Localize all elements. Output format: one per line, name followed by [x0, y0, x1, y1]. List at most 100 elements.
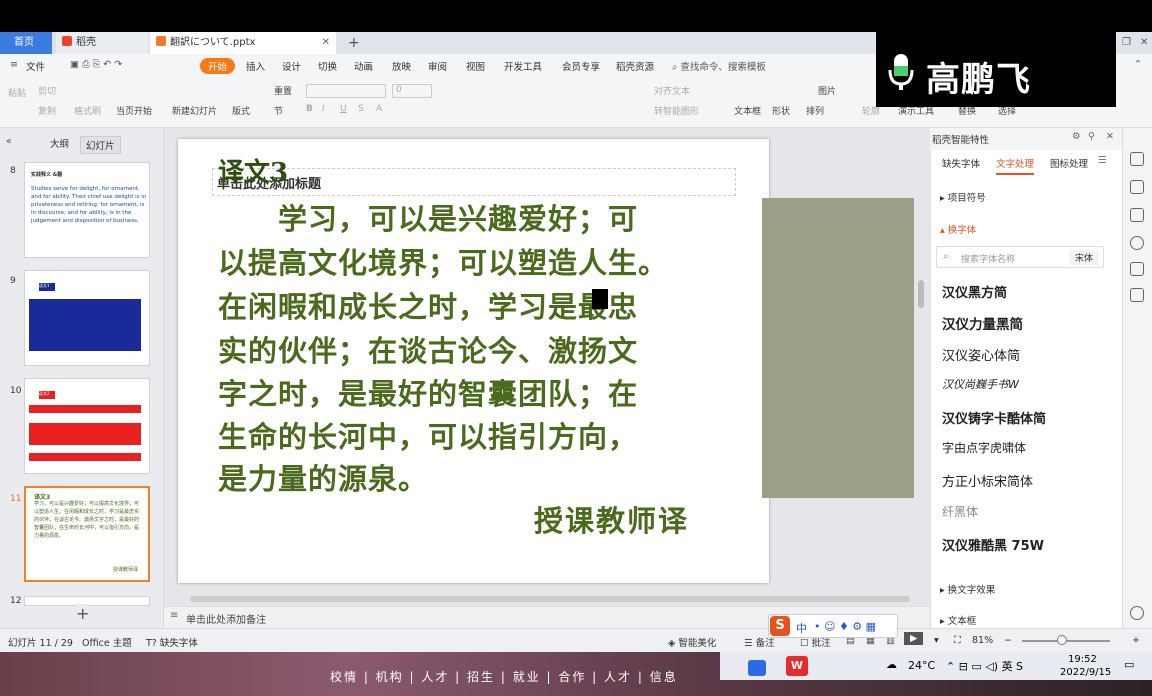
slide-text-line[interactable]: 字之时，是最好的智囊团队；在 [218, 371, 638, 413]
play-menu-icon[interactable]: ▾ [934, 635, 939, 646]
textbox-button[interactable]: 文本框 [734, 104, 761, 117]
font-item[interactable]: 汉仪雅酷黑 75W [942, 535, 1044, 554]
font-item[interactable]: 汉仪力量黑简 [942, 313, 1023, 333]
more-icon[interactable]: ☰ [1098, 155, 1107, 166]
format-painter-button[interactable]: 格式刷 [74, 104, 101, 117]
hamburger-icon[interactable]: ≡ [10, 59, 18, 70]
menu-view[interactable]: 视图 [466, 59, 485, 73]
pin-icon[interactable]: ⚲ [1088, 131, 1095, 142]
tab-slides[interactable]: 幻灯片 [80, 136, 121, 154]
font-item[interactable]: 汉仪黑方简 [942, 282, 1007, 301]
menu-docer[interactable]: 稻壳资源 [616, 59, 654, 73]
tab-wps[interactable]: 稻壳 [56, 32, 148, 54]
close-panel-icon[interactable]: ✕ [1106, 131, 1114, 142]
slide-text-line[interactable]: 以提高文化境界；可以塑造人生。 [218, 240, 668, 282]
menu-member[interactable]: 会员专享 [562, 59, 600, 73]
beautify-button[interactable]: ◈ 智能美化 [668, 635, 716, 649]
ime-tool-icons[interactable]: • ☺ ♦ ⚙ ▦ [814, 620, 876, 633]
fit-icon[interactable]: ⛶ [954, 635, 961, 646]
close-window-icon[interactable]: ✕ [1134, 32, 1148, 54]
horizontal-scrollbar[interactable] [190, 596, 910, 602]
tab-text-processing[interactable]: 文字处理 [996, 156, 1035, 175]
tab-icon-processing[interactable]: 图标处理 [1050, 156, 1088, 170]
bold-button[interactable]: B [306, 104, 313, 114]
font-tag[interactable]: 宋体 [1068, 250, 1099, 265]
font-search-input[interactable]: ⌕ 搜索字体名称 宋体 [936, 246, 1104, 268]
add-slide-icon[interactable]: + [76, 604, 90, 623]
font-name-select[interactable] [306, 84, 386, 98]
slide-text-line[interactable]: 生命的长河中，可以指引方向， [218, 414, 638, 456]
font-item[interactable]: 汉仪姿心体简 [942, 345, 1020, 364]
section-textbox[interactable]: ▸ 文本框 [940, 613, 976, 627]
slide-text-line[interactable]: 在闲暇和成长之时，学习是最忠 [218, 284, 638, 326]
font-color-button[interactable]: A [376, 104, 382, 114]
menu-transition[interactable]: 切换 [318, 59, 337, 73]
font-item[interactable]: 纤黑体 [942, 503, 978, 520]
image-icon[interactable] [1130, 262, 1144, 276]
font-item[interactable]: 字由点字虎啸体 [942, 439, 1026, 456]
menu-animation[interactable]: 动画 [354, 59, 373, 73]
zoom-out-icon[interactable]: − [1004, 635, 1012, 646]
slide-signature[interactable]: 授课教师译 [534, 498, 689, 540]
align-text-button[interactable]: 对齐文本 [654, 84, 690, 97]
tab-home[interactable]: 首页 [0, 32, 52, 54]
notification-icon[interactable]: ▭ [1124, 658, 1134, 671]
tray-icons[interactable]: ⌃ ⊟ ▭ ◁) 英 S [946, 658, 1023, 674]
settings-icon[interactable]: ⚙ [1072, 131, 1081, 142]
play-slideshow-icon[interactable]: ▶ [904, 632, 924, 645]
menu-file[interactable]: 文件 [26, 59, 45, 73]
meeting-app-icon[interactable] [748, 660, 766, 676]
close-tab-icon[interactable]: ✕ [322, 32, 330, 54]
wps-taskbar-icon[interactable]: W [786, 656, 808, 676]
picture-button[interactable]: 图片 [818, 84, 836, 97]
font-item[interactable]: 方正小标宋简体 [942, 471, 1033, 490]
slide-title[interactable]: 译文3 [218, 152, 288, 189]
menu-insert[interactable]: 插入 [246, 59, 265, 73]
title-placeholder[interactable]: 单击此处添加标题 [212, 168, 736, 196]
font-item[interactable]: 汉仪铸字卡酷体简 [942, 408, 1046, 427]
section-change-font[interactable]: ▴ 换字体 [940, 222, 976, 236]
play-button[interactable]: 当页开始 [116, 104, 152, 117]
new-tab-icon[interactable]: + [342, 32, 360, 54]
arrange-button[interactable]: 排列 [806, 104, 824, 117]
panel-scrollbar[interactable] [918, 280, 924, 308]
copy-button[interactable]: 复制 [38, 104, 56, 117]
layout-button[interactable]: 版式 [232, 104, 250, 117]
slide-thumbnail-11[interactable]: 译文3 学习，可以是兴趣爱好；可以提高文化境界；可以塑造人生。在闲暇和成长之时，… [24, 486, 150, 582]
menu-review[interactable]: 审阅 [428, 59, 447, 73]
new-slide-button[interactable]: 新建幻灯片 [172, 104, 217, 117]
layers-icon[interactable] [1130, 208, 1144, 222]
cut-button[interactable]: 剪切 [38, 84, 56, 97]
restore-icon[interactable]: ❐ [1116, 32, 1131, 54]
strikethrough-button[interactable]: S [358, 104, 364, 114]
italic-button[interactable]: I [322, 104, 325, 114]
zoom-level[interactable]: 81% [972, 635, 993, 646]
adjust-icon[interactable] [1130, 152, 1144, 166]
section-text-effect[interactable]: ▸ 换文字效果 [940, 582, 995, 596]
slide-thumbnail-10[interactable]: 读文2 [24, 378, 150, 474]
section-bullets[interactable]: ▸ 项目符号 [940, 190, 986, 204]
menu-design[interactable]: 设计 [282, 59, 301, 73]
font-size-select[interactable]: 0 [392, 84, 432, 98]
sogou-ime-icon[interactable]: S [770, 616, 790, 636]
more-options-icon[interactable] [1130, 606, 1144, 620]
collapse-panel-icon[interactable]: « [6, 136, 12, 147]
slide-thumbnail-8[interactable]: 实践释义 &翻 Studies serve for delight, for o… [24, 162, 150, 258]
quick-access-icons[interactable]: ▣ ⎙ ⎘ ↶ ↷ [70, 59, 122, 70]
magic-icon[interactable] [1130, 288, 1144, 302]
slide-thumbnail-9[interactable]: 读文1 [24, 270, 150, 366]
slide-text-line[interactable]: 是力量的源泉。 [218, 456, 428, 498]
tab-outline[interactable]: 大纲 [50, 136, 69, 150]
zoom-slider-thumb[interactable] [1057, 635, 1067, 645]
collapse-ribbon-icon[interactable]: ⌃ [1134, 59, 1142, 70]
menu-developer[interactable]: 开发工具 [504, 59, 542, 73]
theme-name[interactable]: Office 主题 [82, 635, 132, 649]
smartart-button[interactable]: 转智能图形 [654, 104, 699, 117]
help-icon[interactable] [1130, 236, 1144, 250]
tab-missing-font[interactable]: 缺失字体 [942, 156, 980, 170]
underline-button[interactable]: U [340, 104, 347, 114]
menu-slideshow[interactable]: 放映 [392, 59, 411, 73]
menu-start[interactable]: 开始 [200, 58, 236, 74]
pointer-icon[interactable] [1130, 180, 1144, 194]
paste-button[interactable]: 粘贴 [8, 86, 26, 99]
